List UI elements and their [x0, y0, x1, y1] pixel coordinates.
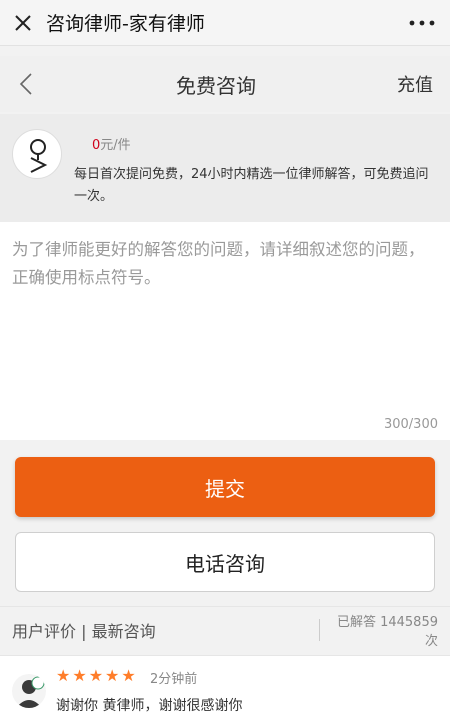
review-text: 谢谢你 黄律师，谢谢很感谢你: [56, 698, 243, 714]
star-icon: ★: [88, 666, 104, 685]
more-button[interactable]: [394, 0, 450, 46]
price-label: 0元/件: [92, 134, 131, 153]
more-dots-icon: [409, 20, 435, 25]
reviews-header: 用户评价 | 最新咨询 已解答 1445859 次: [0, 606, 450, 652]
avatar: [12, 674, 46, 708]
close-button[interactable]: [0, 0, 46, 46]
star-icon: ★: [121, 666, 136, 685]
back-button[interactable]: [0, 56, 52, 112]
answered-count: 已解答 1445859 次: [336, 614, 438, 649]
rating-stars: ★ ★ ★ ★ ★: [56, 668, 136, 684]
char-counter: 300/300: [383, 417, 438, 432]
chevron-left-icon: [19, 73, 32, 95]
page-title: 免费咨询: [176, 73, 256, 98]
list-item: ★ ★ ★ ★ ★ 2分钟前 谢谢你 黄律师，谢谢很感谢你: [0, 655, 450, 723]
lawyer-logo: [12, 129, 62, 179]
page-nav: 免费咨询 充值: [0, 56, 450, 112]
app-title: 咨询律师-家有律师: [46, 13, 205, 35]
submit-button[interactable]: 提交: [15, 457, 435, 517]
app-header: 咨询律师-家有律师: [0, 0, 450, 46]
logo-icon: [30, 139, 48, 173]
price-unit: 元/件: [100, 138, 131, 153]
reviews-tabs[interactable]: 用户评价 | 最新咨询: [0, 618, 319, 642]
star-icon: ★: [56, 666, 71, 685]
review-time: 2分钟前: [150, 672, 198, 687]
recharge-button[interactable]: 充值: [380, 71, 450, 97]
pricing-info: 0元/件 每日首次提问免费，24小时内精选一位律师解答，可免费追问一次。: [0, 114, 450, 222]
phone-consult-button[interactable]: 电话咨询: [15, 532, 435, 592]
star-icon: ★: [105, 666, 120, 685]
pricing-description: 每日首次提问免费，24小时内精选一位律师解答，可免费追问一次。: [74, 167, 429, 204]
question-placeholder: 为了律师能更好的解答您的问题，请详细叙述您的问题，正确使用标点符号。: [12, 240, 425, 287]
star-icon: ★: [72, 666, 87, 685]
close-icon: [15, 14, 31, 31]
user-avatar-icon: [16, 676, 45, 708]
question-input[interactable]: 为了律师能更好的解答您的问题，请详细叙述您的问题，正确使用标点符号。 300/3…: [0, 222, 450, 440]
